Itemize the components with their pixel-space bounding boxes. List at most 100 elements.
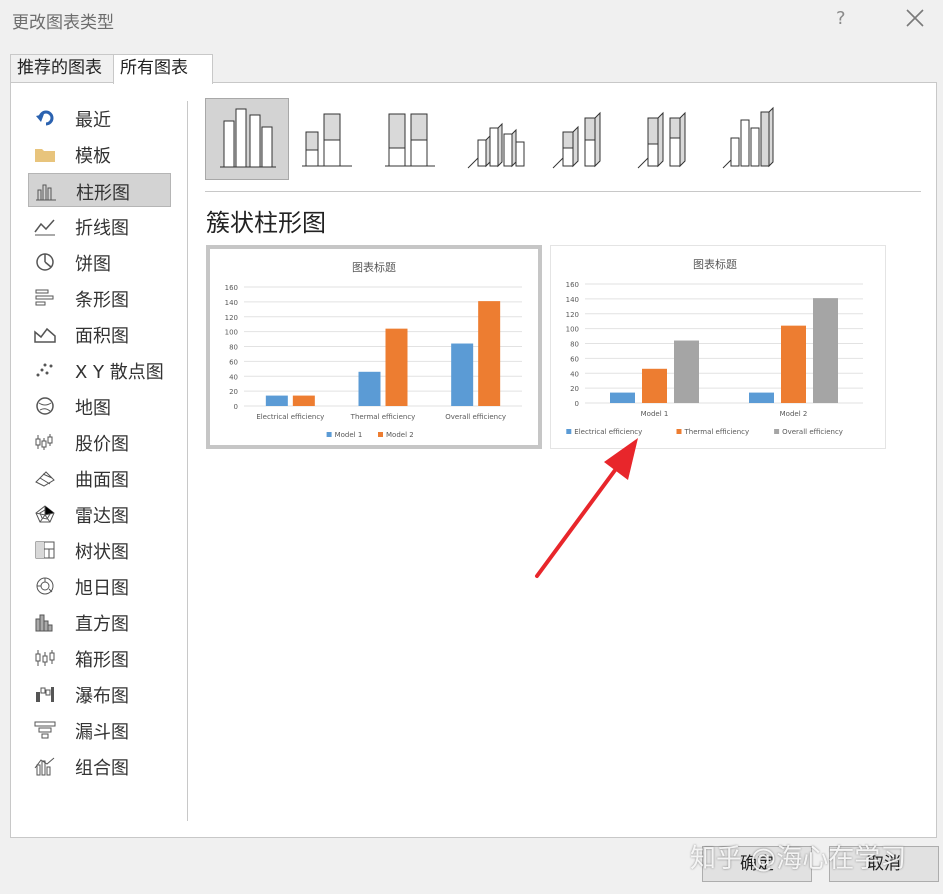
x-category-label: Model 1 — [641, 410, 669, 418]
stacked-column-icon — [302, 113, 352, 167]
3d-stacked-column-icon — [552, 111, 601, 169]
y-tick-label: 140 — [225, 299, 238, 307]
bar-electrical-efficiency-1 — [749, 392, 774, 403]
x-category-label: Overall efficiency — [445, 413, 506, 421]
y-tick-label: 0 — [234, 403, 238, 411]
chart-preview-option-1[interactable]: 图表标题 0 20 40 60 80 100 120 140 160 Electrical effi… — [206, 245, 542, 449]
y-tick-label: 0 — [575, 400, 579, 408]
sidebar-item-label: 漏斗图 — [75, 722, 129, 743]
map-chart-icon — [36, 397, 54, 415]
treemap-chart-icon — [35, 541, 55, 559]
line-chart-icon — [34, 219, 55, 236]
bar-model-2-2 — [478, 301, 501, 406]
dialog-title: 更改图表类型 — [12, 13, 114, 33]
bar-overall-efficiency-0 — [674, 340, 699, 403]
sidebar-item-radar-chart[interactable]: 雷达图 — [28, 497, 171, 531]
bar-model-2-0 — [292, 395, 315, 406]
y-tick-label: 140 — [566, 296, 579, 304]
sidebar-item-stock-chart[interactable]: 股价图 — [28, 425, 171, 459]
subtype-3d-clustered-column[interactable] — [460, 98, 544, 180]
sidebar-item-histogram-chart[interactable]: 直方图 — [28, 605, 171, 639]
folder-icon — [35, 149, 55, 162]
subtype-3d-100-stacked-column[interactable] — [630, 98, 714, 180]
bar-thermal-efficiency-0 — [642, 368, 667, 403]
bar-model-1-0 — [265, 395, 288, 406]
sidebar-item-label: 模板 — [75, 146, 111, 167]
sidebar-item-sunburst-chart[interactable]: 旭日图 — [28, 569, 171, 603]
3d-column-icon — [722, 106, 774, 169]
clustered-column-icon — [220, 108, 276, 168]
subtype-clustered-column[interactable] — [205, 98, 289, 180]
y-tick-label: 80 — [229, 344, 238, 352]
tab-all-charts[interactable]: 所有图表 — [113, 54, 213, 84]
y-tick-label: 100 — [566, 326, 579, 334]
sidebar-divider — [187, 101, 188, 821]
bar-model-1-1 — [358, 371, 381, 406]
sidebar-item-box-whisker-chart[interactable]: 箱形图 — [28, 641, 171, 675]
sunburst-chart-icon — [36, 577, 54, 595]
sidebar-item-map-chart[interactable]: 地图 — [28, 389, 171, 423]
pie-chart-icon — [36, 253, 54, 271]
legend-swatch — [378, 432, 383, 437]
bar-thermal-efficiency-1 — [781, 325, 806, 403]
sidebar-item-line-chart[interactable]: 折线图 — [28, 209, 171, 243]
waterfall-chart-icon — [36, 687, 54, 702]
watermark: 知乎 @海心在学习 — [690, 844, 907, 874]
chart-preview-option-2[interactable]: 图表标题 0 20 40 60 80 100 120 140 160 Model 1 Model 2 E… — [550, 245, 886, 449]
subtype-title: 簇状柱形图 — [206, 209, 326, 237]
legend-swatch — [566, 429, 572, 434]
sidebar-item-scatter-chart[interactable]: X Y 散点图 — [28, 353, 171, 387]
sidebar-item-column-chart[interactable]: 柱形图 — [28, 173, 171, 207]
sidebar-item-label: 折线图 — [75, 218, 129, 239]
legend-label: Thermal efficiency — [684, 428, 750, 436]
sidebar-item-label: 直方图 — [75, 614, 129, 635]
sidebar-item-label: X Y 散点图 — [75, 362, 164, 383]
x-category-label: Thermal efficiency — [350, 413, 416, 421]
box-whisker-chart-icon — [35, 650, 55, 666]
close-icon[interactable] — [903, 6, 927, 30]
gallery-divider — [205, 191, 921, 192]
sidebar-item-label: 最近 — [75, 110, 111, 131]
sidebar-item-label: 饼图 — [75, 254, 111, 275]
subtype-100-stacked-column[interactable] — [375, 98, 459, 180]
chart-title: 图表标题 — [693, 257, 737, 271]
sidebar-item-surface-chart[interactable]: 曲面图 — [28, 461, 171, 495]
histogram-chart-icon — [35, 614, 53, 632]
sidebar-item-label: 地图 — [75, 398, 111, 419]
y-tick-label: 40 — [229, 373, 238, 381]
column-chart-icon — [36, 184, 56, 201]
subtype-3d-stacked-column[interactable] — [545, 98, 629, 180]
sidebar-item-folder[interactable]: 模板 — [28, 137, 171, 171]
y-tick-label: 120 — [566, 311, 579, 319]
sidebar-item-label: 箱形图 — [75, 650, 129, 671]
recent-icon — [36, 110, 54, 126]
y-tick-label: 120 — [225, 314, 238, 322]
sidebar-item-treemap-chart[interactable]: 树状图 — [28, 533, 171, 567]
scatter-chart-icon — [36, 363, 53, 377]
100-stacked-column-icon — [385, 113, 435, 167]
subtype-3d-column[interactable] — [715, 98, 799, 180]
bar-overall-efficiency-1 — [813, 298, 838, 403]
3d-clustered-column-icon — [467, 122, 525, 169]
stock-chart-icon — [35, 434, 53, 450]
sidebar-item-label: 瀑布图 — [75, 686, 129, 707]
sidebar-item-area-chart[interactable]: 面积图 — [28, 317, 171, 351]
legend-swatch — [676, 429, 682, 434]
sidebar-item-pie-chart[interactable]: 饼图 — [28, 245, 171, 279]
legend-swatch — [774, 429, 780, 434]
sidebar-item-funnel-chart[interactable]: 漏斗图 — [28, 713, 171, 747]
legend-label: Electrical efficiency — [574, 428, 642, 436]
y-tick-label: 160 — [225, 284, 238, 292]
bar-electrical-efficiency-0 — [610, 392, 635, 403]
sidebar-item-recent[interactable]: 最近 — [28, 101, 171, 135]
3d-100-stacked-column-icon — [637, 111, 686, 169]
sidebar-item-bar-chart[interactable]: 条形图 — [28, 281, 171, 315]
help-button[interactable]: ? — [836, 8, 846, 29]
sidebar-item-combo-chart[interactable]: 组合图 — [28, 749, 171, 783]
sidebar-item-label: 面积图 — [75, 326, 129, 347]
legend-label: Overall efficiency — [782, 428, 843, 436]
sidebar-item-waterfall-chart[interactable]: 瀑布图 — [28, 677, 171, 711]
tab-recommended-charts[interactable]: 推荐的图表 — [10, 54, 125, 82]
subtype-stacked-column[interactable] — [290, 98, 374, 180]
sidebar-item-label: 旭日图 — [75, 578, 129, 599]
